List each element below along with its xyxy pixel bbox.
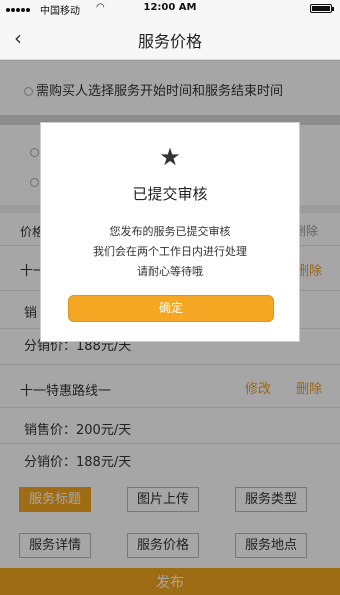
dialog-title: 已提交审核	[132, 185, 208, 203]
status-bar: 中国移动 ◠ 12:00 AM	[0, 0, 340, 17]
battery-icon	[310, 4, 334, 13]
star-icon: ★	[159, 143, 181, 171]
dialog-message-line: 您发布的服务已提交审核	[109, 225, 231, 238]
clock: 12:00 AM	[143, 2, 197, 13]
dialog-message-line: 我们会在两个工作日内进行处理	[93, 245, 247, 258]
page-title: 服务价格	[137, 32, 202, 51]
submitted-dialog: ★ 已提交审核 您发布的服务已提交审核 我们会在两个工作日内进行处理 请耐心等待…	[40, 122, 300, 342]
confirm-button[interactable]: 确定	[68, 295, 274, 322]
dialog-message-line: 请耐心等待哦	[137, 265, 203, 278]
nav-bar: ‹ 服务价格	[0, 16, 340, 60]
